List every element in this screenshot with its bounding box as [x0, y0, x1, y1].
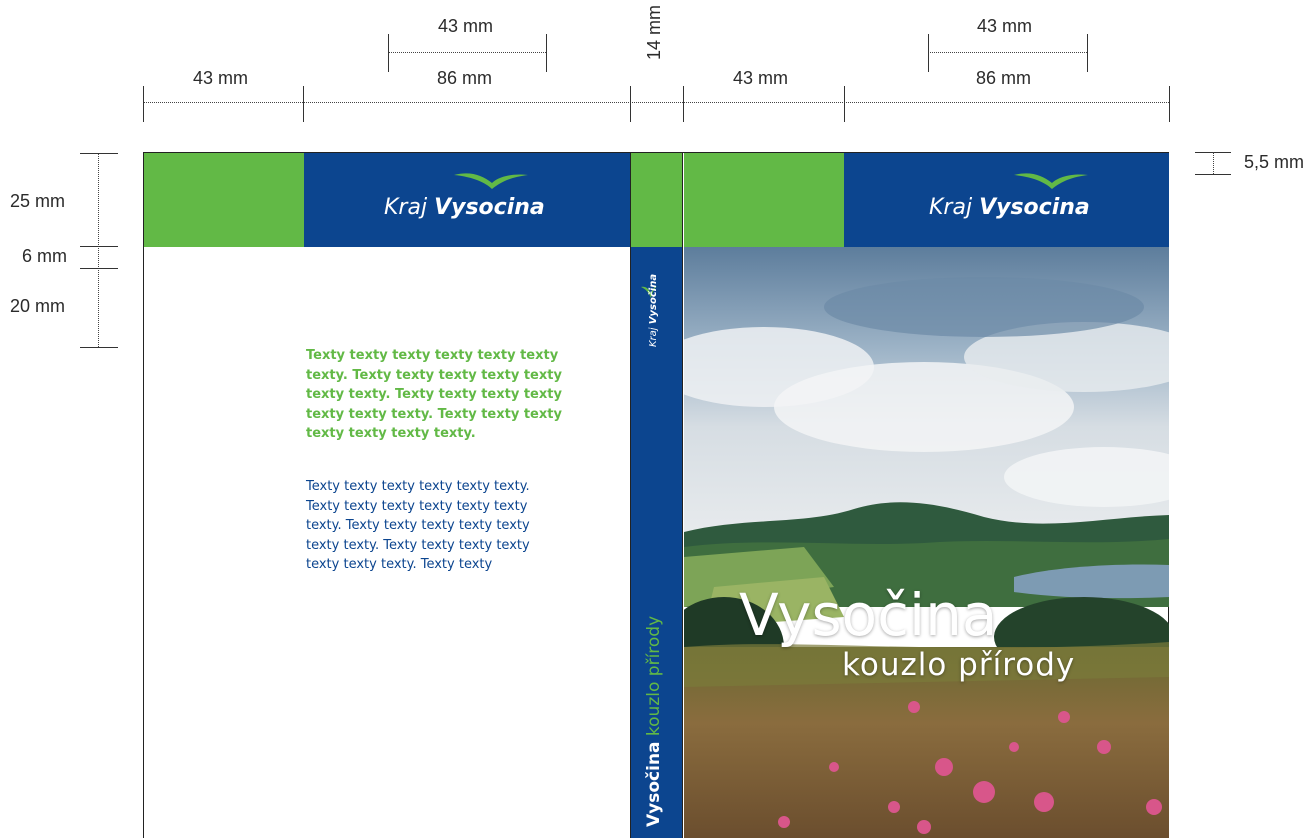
back-flap-header — [144, 153, 304, 247]
dimension-tick — [683, 86, 684, 122]
dim-back-cover-width: 86 mm — [437, 68, 493, 88]
dimension-line — [143, 102, 1169, 103]
front-logo: Kraj Vysocina — [929, 195, 1090, 220]
dimension-tick — [80, 153, 118, 154]
dim-spine-width: 14 mm — [644, 4, 664, 60]
dimension-tick — [546, 34, 547, 72]
spine-logo-prefix: Kraj — [648, 327, 659, 347]
dimension-tick — [630, 86, 631, 122]
dimension-line — [388, 52, 546, 53]
spine-logo-name: Vysočina — [648, 273, 659, 325]
cover-title: Vysočina — [739, 581, 998, 649]
dimension-tick — [80, 268, 118, 269]
dimension-tick — [1195, 174, 1231, 175]
cover-subtitle: kouzlo přírody — [842, 647, 1076, 683]
front-flap-header — [684, 153, 844, 247]
spine-title-bold: Vysočina — [644, 741, 664, 827]
spine-logo: Kraj Vysočina — [648, 274, 659, 347]
dim-back-flap-width: 43 mm — [193, 68, 249, 88]
dimension-tick — [143, 86, 144, 122]
back-cover-blue-text: Texty texty texty texty texty texty. Tex… — [306, 479, 530, 572]
dimension-tick — [1087, 34, 1088, 72]
dimension-line — [98, 153, 99, 347]
dimension-tick — [844, 86, 845, 122]
logo-name: Vysocina — [979, 195, 1090, 220]
dimension-tick — [928, 34, 929, 72]
dim-margin-height: 20 mm — [10, 296, 66, 316]
logo-swoosh-icon — [454, 173, 528, 189]
dim-front-cover-width: 86 mm — [976, 68, 1032, 88]
back-logo: Kraj Vysocina — [384, 195, 545, 220]
dimension-tick — [80, 246, 118, 247]
dim-front-flap-width: 43 mm — [733, 68, 789, 88]
spine-title: Vysočina kouzlo přírody — [644, 616, 664, 827]
dim-front-logo-width: 43 mm — [977, 16, 1033, 36]
dimension-line — [1213, 152, 1214, 174]
dimension-tick — [388, 34, 389, 72]
dimension-line — [928, 52, 1087, 53]
dim-bleed: 5,5 mm — [1244, 152, 1305, 172]
dimension-tick — [80, 347, 118, 348]
logo-swoosh-icon — [1014, 173, 1088, 189]
logo-prefix: Kraj — [384, 195, 428, 220]
logo-name: Vysocina — [434, 195, 545, 220]
dimension-tick — [303, 86, 304, 122]
back-cover-header: Kraj Vysocina — [304, 153, 630, 247]
landscape-photo — [684, 247, 1169, 838]
spine-body: Kraj Vysočina Vysočina kouzlo přírody — [630, 247, 683, 838]
spine-header — [630, 153, 683, 247]
dimension-tick — [1169, 86, 1170, 122]
dim-back-logo-width: 43 mm — [438, 16, 494, 36]
logo-prefix: Kraj — [929, 195, 973, 220]
back-cover-green-text: Texty texty texty texty texty texty text… — [306, 348, 562, 441]
dim-gap-height: 6 mm — [22, 246, 67, 266]
spine-title-light: kouzlo přírody — [644, 615, 664, 737]
front-cover-header: Kraj Vysocina — [844, 153, 1169, 247]
front-cover-photo: Vysočina kouzlo přírody — [684, 247, 1169, 838]
dim-header-height: 25 mm — [10, 191, 66, 211]
